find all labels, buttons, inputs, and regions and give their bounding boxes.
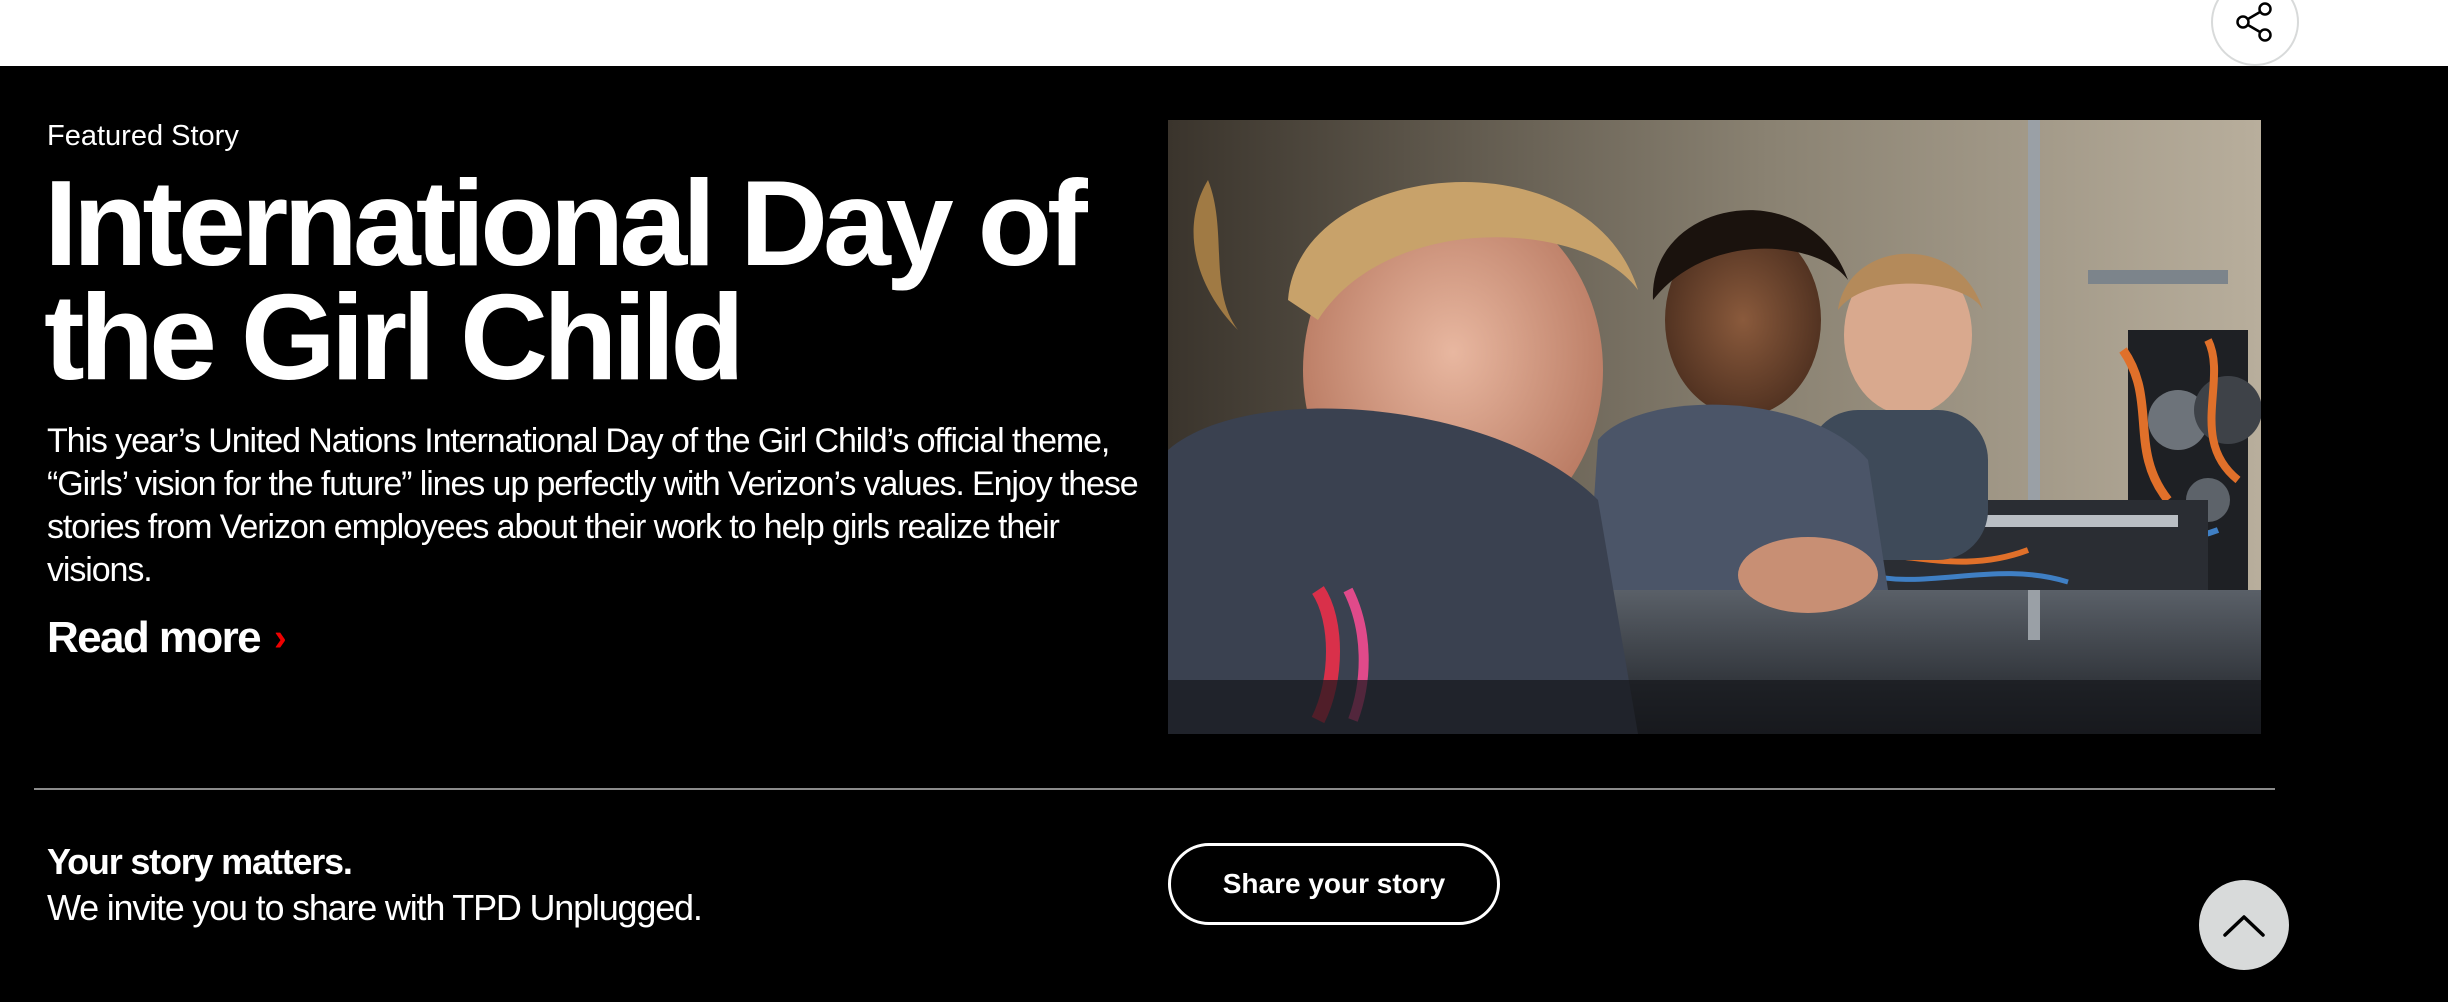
share-your-story-button[interactable]: Share your story — [1168, 843, 1500, 925]
scroll-to-top-button[interactable] — [2199, 880, 2289, 970]
chevron-up-icon — [2223, 915, 2265, 937]
read-more-label: Read more — [47, 613, 262, 662]
top-bar — [0, 0, 2448, 66]
story-cta-title: Your story matters. — [47, 841, 353, 882]
featured-image[interactable] — [1168, 120, 2261, 734]
story-cta-subtitle: We invite you to share with TPD Unplugge… — [47, 887, 703, 928]
read-more-link[interactable]: Read more › — [47, 612, 287, 664]
featured-description: This year’s United Nations International… — [47, 422, 1139, 589]
featured-title: International Day of the Girl Child — [44, 155, 1088, 405]
featured-eyebrow: Featured Story — [47, 120, 239, 152]
robotics-photo — [1168, 120, 2261, 734]
page: Featured Story International Day of the … — [0, 0, 2448, 1002]
chevron-right-icon: › — [274, 617, 287, 659]
share-icon — [2236, 2, 2272, 42]
section-divider — [34, 788, 2275, 790]
